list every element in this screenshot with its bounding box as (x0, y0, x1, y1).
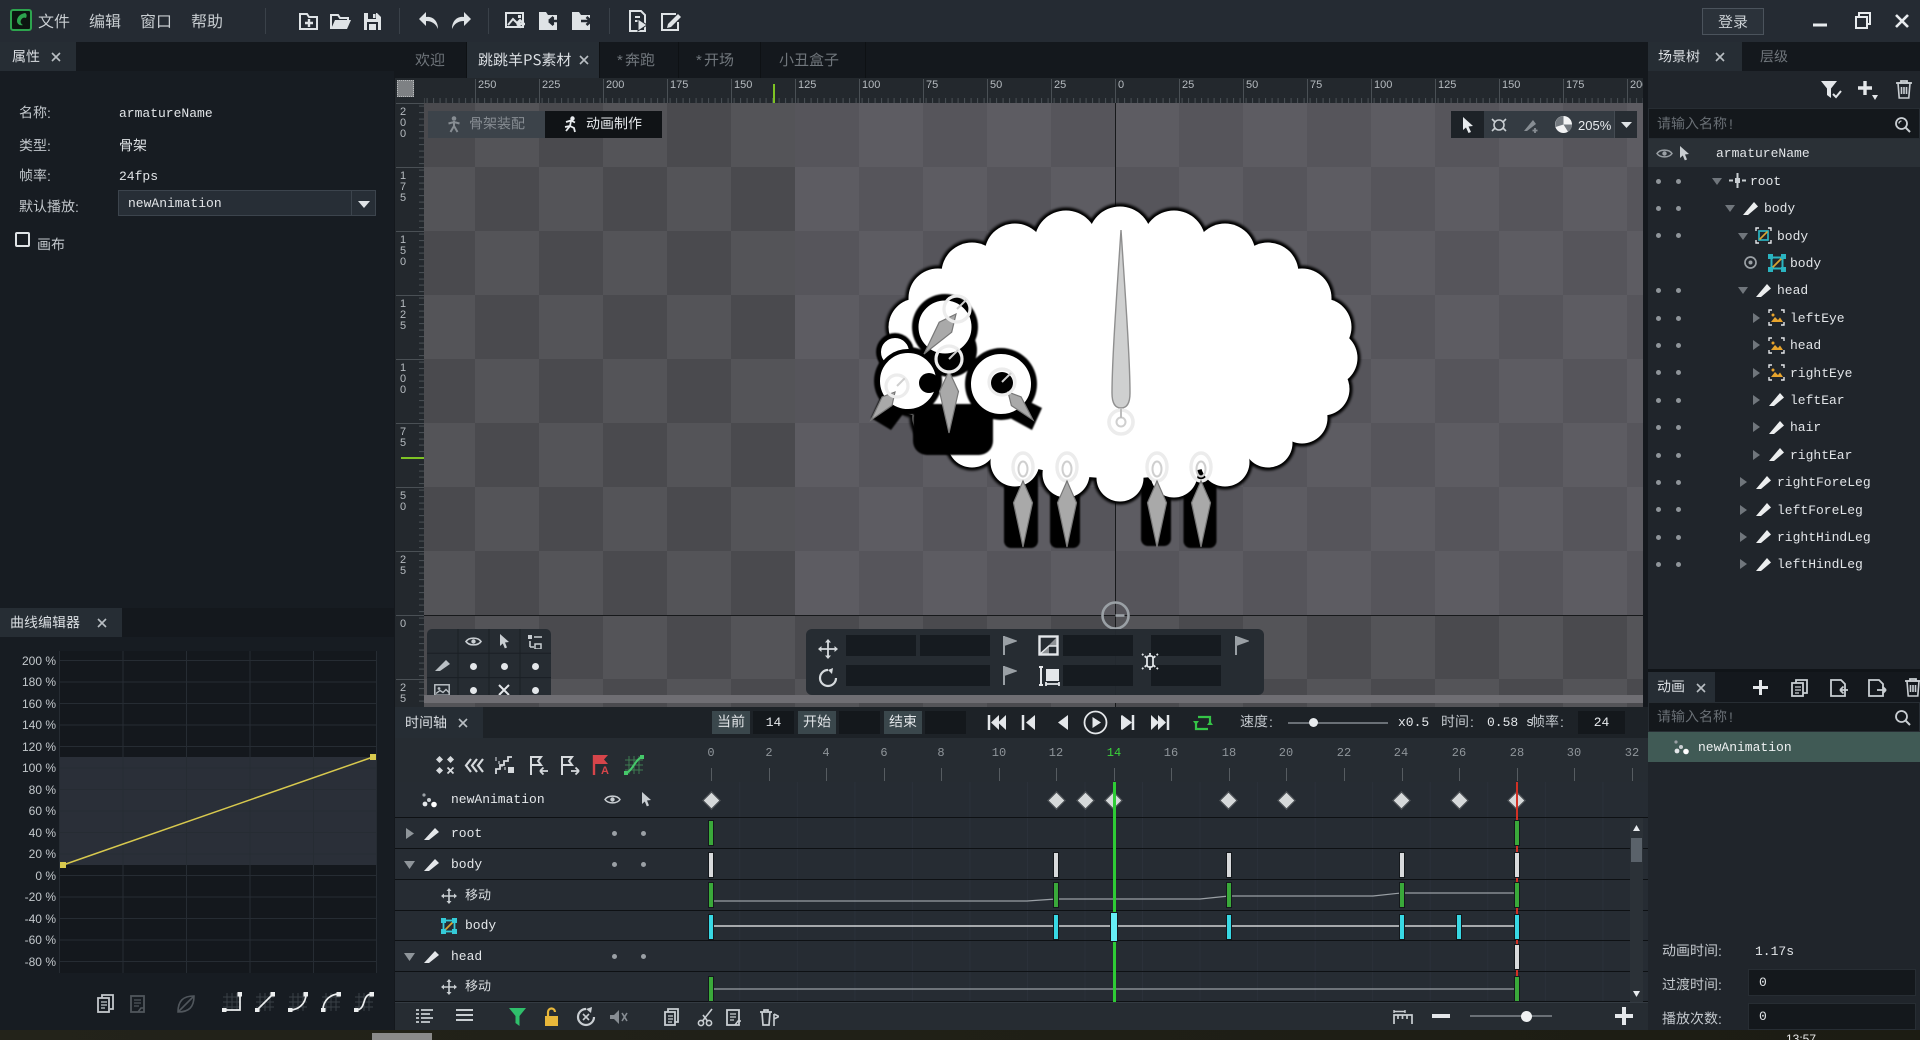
svg-text:A: A (601, 765, 609, 776)
